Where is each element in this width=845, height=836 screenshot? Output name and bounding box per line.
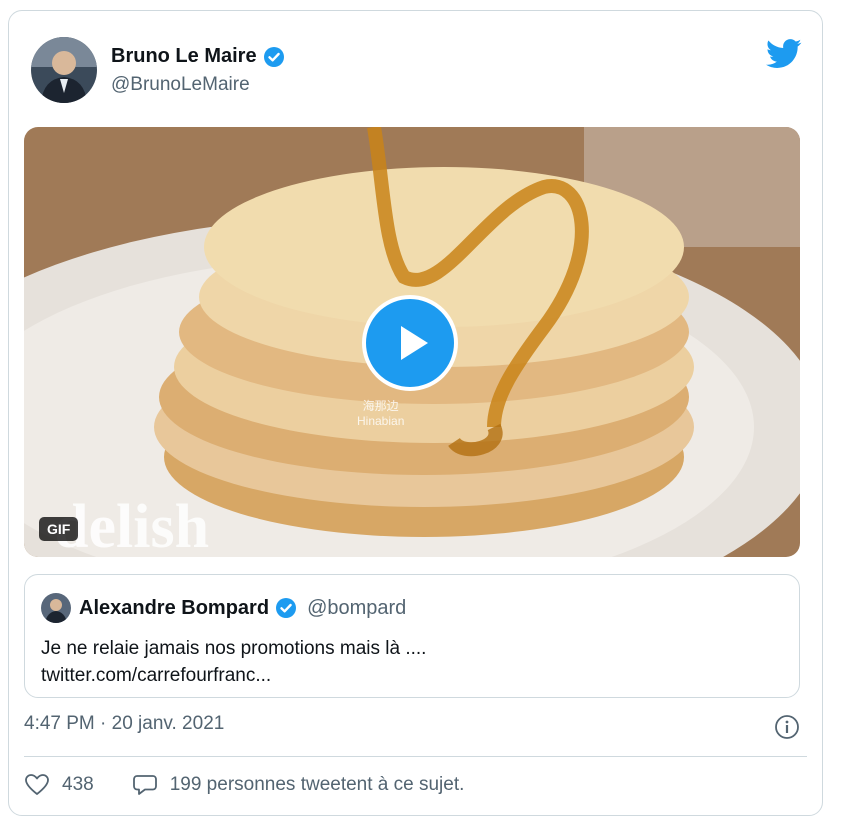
watermark: 海那边 Hinabian [357, 397, 404, 428]
quoted-name: Alexandre Bompard [79, 596, 270, 619]
author-name[interactable]: Bruno Le Maire [111, 45, 257, 68]
conversation-text: 199 personnes tweetent à ce sujet. [169, 774, 465, 795]
info-icon[interactable] [774, 714, 800, 740]
tweet-card: Bruno Le Maire @BrunoLeMaire delish 海那边 [8, 10, 823, 816]
author-handle[interactable]: @BrunoLeMaire [111, 74, 250, 96]
like-count: 438 [62, 774, 94, 795]
quoted-avatar [41, 593, 71, 623]
gif-badge: GIF [39, 517, 79, 541]
gif-media[interactable]: delish 海那边 Hinabian GIF [24, 127, 800, 557]
quoted-text-line1: Je ne relaie jamais nos promotions mais … [41, 638, 427, 659]
quoted-handle: @bompard [307, 596, 407, 619]
watermark-cn: 海那边 [362, 399, 399, 413]
verified-icon [263, 46, 285, 68]
like-button[interactable]: 438 [24, 773, 94, 797]
watermark-en: Hinabian [357, 414, 405, 428]
play-icon [401, 326, 428, 360]
tweet-timestamp[interactable]: 4:47 PM · 20 janv. 2021 [24, 713, 224, 735]
quoted-header: Alexandre Bompard @bompard [41, 593, 406, 623]
play-button[interactable] [362, 295, 458, 391]
quoted-text: Je ne relaie jamais nos promotions mais … [41, 635, 426, 689]
quoted-tweet[interactable]: Alexandre Bompard @bompard Je ne relaie … [24, 574, 800, 698]
author-avatar[interactable] [31, 37, 97, 103]
verified-icon [275, 597, 297, 619]
conversation-button[interactable]: 199 personnes tweetent à ce sujet. [132, 773, 465, 797]
author-name-row[interactable]: Bruno Le Maire [111, 45, 285, 68]
twitter-logo-icon[interactable] [766, 39, 802, 69]
quoted-link[interactable]: twitter.com/carrefourfranc... [41, 662, 426, 689]
divider [24, 756, 807, 757]
heart-icon [25, 774, 49, 795]
tweet-actions: 438 199 personnes tweetent à ce sujet. [24, 773, 464, 797]
reply-bubble-icon [132, 775, 157, 795]
